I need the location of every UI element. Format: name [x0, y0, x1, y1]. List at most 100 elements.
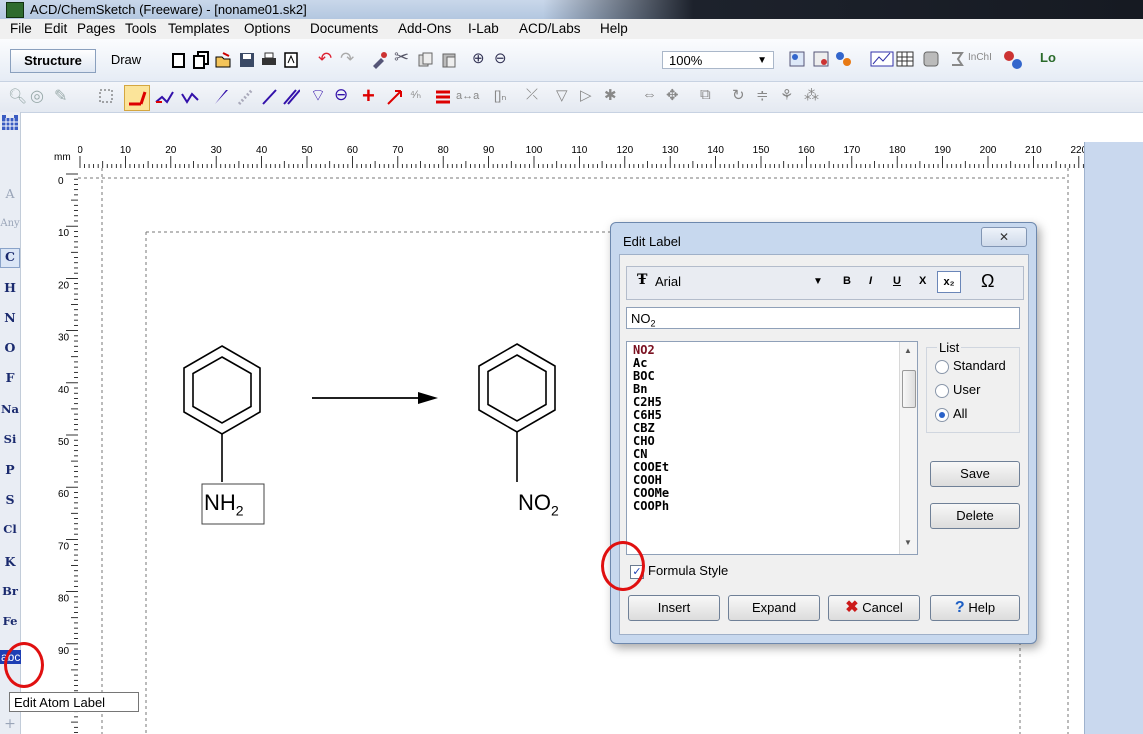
double-bond-icon[interactable] [282, 88, 300, 106]
radio-user[interactable] [935, 384, 949, 398]
scroll-up-icon[interactable]: ▲ [904, 346, 912, 355]
clean-structure-icon[interactable]: ↻ [732, 86, 745, 104]
atom-a-button[interactable]: A [0, 186, 20, 201]
no2-label[interactable]: NO2 [518, 490, 559, 518]
atom-h-button[interactable]: H [0, 280, 20, 295]
atom-br-button[interactable]: Br [0, 584, 20, 598]
3d-viewer-icon[interactable] [834, 50, 852, 68]
italic-button[interactable]: I [869, 275, 872, 287]
paste-icon[interactable] [440, 51, 458, 69]
atom-c-button[interactable]: C [0, 248, 20, 268]
menu-tools[interactable]: Tools [125, 21, 157, 36]
inchi-button[interactable]: InChI [968, 52, 992, 63]
atom-fe-button[interactable]: Fe [0, 614, 20, 628]
polyline-icon[interactable] [180, 88, 202, 106]
new-page-icon[interactable] [170, 51, 188, 69]
benzene-ring-right[interactable] [478, 343, 556, 482]
tools-icon[interactable] [922, 50, 940, 68]
scroll-thumb[interactable] [902, 370, 916, 408]
clean-icon[interactable] [370, 51, 388, 69]
expand-button[interactable]: Expand [728, 595, 820, 621]
template-icon[interactable] [788, 50, 806, 68]
atom-f-button[interactable]: F [0, 370, 20, 385]
chart-icon[interactable] [870, 50, 894, 68]
scroll-down-icon[interactable]: ▼ [904, 538, 912, 547]
menu-documents[interactable]: Documents [310, 21, 378, 36]
radio-standard[interactable] [935, 360, 949, 374]
list-scrollbar[interactable]: ▲ ▼ [899, 342, 917, 554]
atom-any-button[interactable]: Any [0, 218, 20, 229]
menu-acd-labs[interactable]: ACD/Labs [519, 21, 581, 36]
undo-icon[interactable]: ↶ [318, 49, 332, 69]
print-icon[interactable] [260, 51, 278, 69]
subscript-button[interactable]: x₂ [937, 271, 961, 293]
3d-optimize-icon[interactable]: ⚘ [780, 86, 793, 104]
menu-file[interactable]: File [10, 21, 32, 36]
periodic-table-icon[interactable] [1, 114, 19, 132]
atom-na-button[interactable]: Na [0, 402, 20, 416]
draw-mode-button[interactable]: Draw [102, 49, 150, 71]
insert-button[interactable]: Insert [628, 595, 720, 621]
align-icon[interactable] [434, 88, 452, 106]
label-list[interactable]: NO2 Ac BOC Bn C2H5 C6H5 CBZ CHO CN COOEt… [626, 341, 918, 555]
bold-button[interactable]: B [843, 275, 851, 287]
delete-button[interactable]: Delete [930, 503, 1020, 529]
menu-i-lab[interactable]: I-Lab [468, 21, 499, 36]
center-icon[interactable]: ✥ [666, 86, 679, 104]
select-zoom-icon[interactable]: 🔍︎ [8, 87, 27, 105]
help-button[interactable]: ? Help [930, 595, 1020, 621]
benzene-ring-left[interactable] [183, 345, 261, 482]
image-icon[interactable] [812, 50, 830, 68]
radical-icon[interactable]: ⌔ [310, 85, 326, 106]
hydrogen-icon[interactable]: ⁴⁄ₕ [410, 88, 421, 101]
molecule-icon[interactable] [1002, 49, 1024, 71]
atom-s-button[interactable]: S [0, 492, 20, 507]
menu-edit[interactable]: Edit [44, 21, 67, 36]
pages-icon[interactable] [192, 51, 210, 69]
menu-add-ons[interactable]: Add-Ons [398, 21, 451, 36]
copy-icon[interactable] [416, 51, 434, 69]
clear-icon[interactable]: ⤫ [526, 86, 538, 103]
save-button[interactable]: Save [930, 461, 1020, 487]
name-icon[interactable] [948, 50, 966, 68]
nh2-label[interactable]: NH2 [204, 490, 244, 518]
flip-horizontal-icon[interactable]: ▷ [580, 86, 592, 104]
eraser-icon[interactable]: ✎ [54, 86, 67, 106]
cut-icon[interactable]: ✂ [394, 47, 409, 68]
hashed-bond-icon[interactable] [236, 88, 254, 106]
group-icon[interactable]: ⧉ [700, 86, 711, 103]
zoom-select[interactable]: 100% ▼ [662, 51, 774, 69]
plus-charge-icon[interactable]: + [362, 83, 375, 109]
atom-map-icon[interactable]: a↔a [456, 90, 479, 102]
atom-o-button[interactable]: O [0, 340, 20, 355]
atom-k-button[interactable]: K [0, 554, 20, 569]
label-input[interactable]: NO2 [626, 307, 1020, 329]
structure-mode-button[interactable]: Structure [10, 49, 96, 73]
menu-pages[interactable]: Pages [77, 21, 115, 36]
atom-si-button[interactable]: Si [0, 432, 20, 446]
arrow-icon[interactable] [386, 88, 404, 106]
cancel-button[interactable]: ✖ Cancel [828, 595, 920, 621]
atom-n-button[interactable]: N [0, 310, 20, 325]
chain-icon[interactable] [154, 88, 176, 106]
clear-format-button[interactable]: X [919, 275, 926, 287]
zoom-in-icon[interactable]: ⊕ [472, 49, 485, 67]
more-tools-icon[interactable]: ⁂ [804, 86, 819, 104]
atom-cl-button[interactable]: Cl [0, 522, 20, 536]
save-icon[interactable] [238, 51, 256, 69]
omega-symbol-button[interactable]: Ω [981, 271, 994, 292]
pdf-icon[interactable] [282, 51, 300, 69]
move-icon[interactable]: ⇔ [642, 86, 657, 103]
lasso-icon[interactable]: ◎ [30, 86, 44, 106]
zoom-out-icon[interactable]: ⊖ [494, 49, 507, 67]
single-bond-icon[interactable] [260, 88, 278, 106]
menu-help[interactable]: Help [600, 21, 628, 36]
reaction-arrow[interactable] [312, 392, 438, 404]
table-icon[interactable] [896, 50, 914, 68]
rotate-icon[interactable]: ✱ [604, 86, 617, 104]
charge-arrow-icon[interactable]: ⊖ [334, 85, 348, 105]
menu-templates[interactable]: Templates [168, 21, 230, 36]
font-select[interactable]: Ŧ Arial ▼ [631, 270, 825, 294]
more-atoms-button[interactable]: + [0, 716, 20, 732]
flip-icon[interactable]: ▽ [556, 86, 568, 104]
